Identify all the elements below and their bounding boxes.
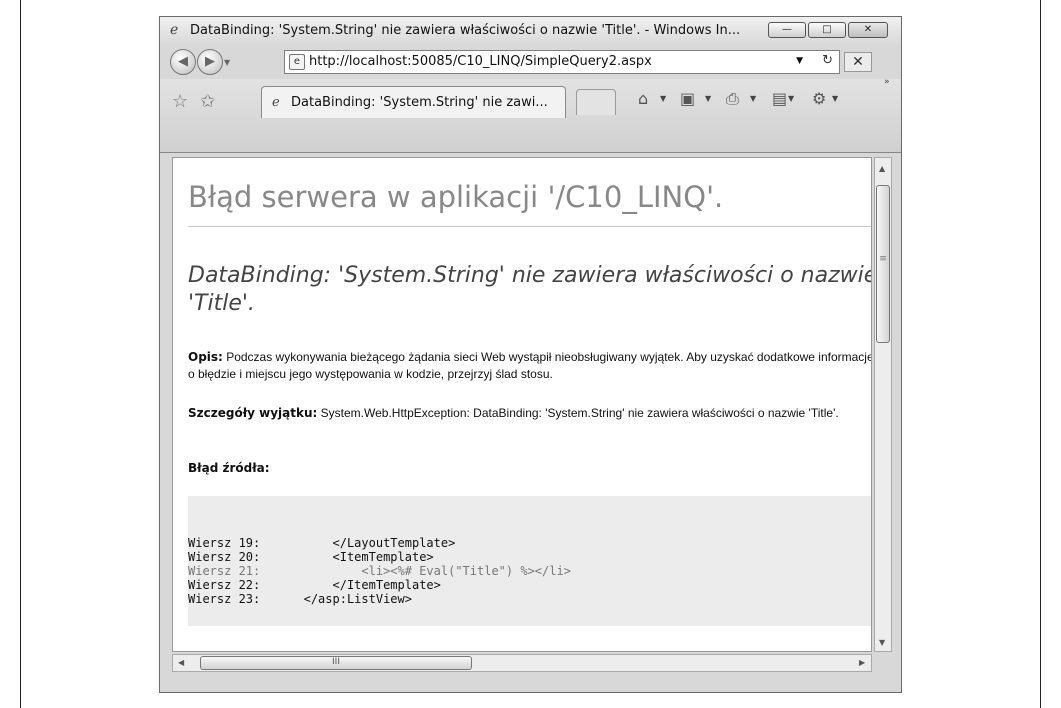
browser-window: ℯ DataBinding: 'System.String' nie zawie… [159, 16, 902, 693]
stop-button[interactable]: ✕ [844, 52, 872, 72]
source-error-heading: Błąd źródła: [188, 460, 871, 477]
address-row: ◀ ▶ ▼ e http://localhost:50085/C10_LINQ/… [160, 45, 901, 79]
window-title: DataBinding: 'System.String' nie zawiera… [190, 23, 741, 38]
scroll-left-arrow-icon[interactable]: ◀ [178, 658, 184, 667]
vertical-scrollbar[interactable]: ▲ ≡ ▼ [874, 157, 892, 652]
new-tab-button[interactable] [576, 89, 616, 115]
source-error-label: Błąd źródła: [188, 461, 270, 475]
page-icon[interactable]: ▤ [772, 89, 787, 108]
back-icon[interactable]: ◀ [170, 49, 196, 75]
tools-icon[interactable]: ⚙ [812, 89, 826, 108]
code-line: Wiersz 19: </LayoutTemplate> [188, 536, 456, 550]
forward-icon[interactable]: ▶ [197, 49, 223, 75]
page-title: Błąd serwera w aplikacji '/C10_LINQ'. [188, 180, 724, 214]
scroll-down-arrow-icon[interactable]: ▼ [879, 638, 885, 647]
code-line: Wiersz 22: </ItemTemplate> [188, 578, 441, 592]
address-bar[interactable]: e http://localhost:50085/C10_LINQ/Simple… [284, 50, 840, 74]
exception-details-text: System.Web.HttpException: DataBinding: '… [317, 406, 839, 420]
home-dropdown-icon[interactable]: ▼ [660, 94, 666, 103]
tab-label: DataBinding: 'System.String' nie zawi... [291, 95, 548, 110]
exception-details-paragraph: Szczegóły wyjątku: System.Web.HttpExcept… [188, 405, 871, 422]
ie-icon: ℯ [170, 22, 179, 38]
tab-toolbar: ☆ ✩ ℯ DataBinding: 'System.String' nie z… [160, 77, 901, 153]
history-dropdown-icon[interactable]: ▼ [224, 58, 230, 67]
page-favicon-icon: e [289, 54, 305, 70]
feeds-icon[interactable]: ▣ [680, 89, 695, 108]
print-icon[interactable]: ⎙ [726, 89, 739, 109]
vertical-scroll-thumb[interactable]: ≡ [876, 185, 890, 343]
title-bar: ℯ DataBinding: 'System.String' nie zawie… [160, 17, 901, 45]
source-code-block: Wiersz 19: </LayoutTemplate> Wiersz 20: … [188, 496, 871, 626]
feeds-dropdown-icon[interactable]: ▼ [705, 94, 711, 103]
refresh-icon[interactable]: ↻ [822, 53, 833, 68]
favorites-star-icon[interactable]: ☆ [172, 91, 188, 112]
exception-details-label: Szczegóły wyjątku: [188, 406, 318, 420]
horizontal-scrollbar[interactable]: ◀ III ▶ [172, 654, 872, 672]
page-content: Błąd serwera w aplikacji '/C10_LINQ'. Da… [172, 157, 872, 652]
scroll-up-arrow-icon[interactable]: ▲ [879, 164, 885, 173]
description-paragraph: Opis: Podczas wykonywania bieżącego żąda… [188, 349, 872, 383]
description-text: Podczas wykonywania bieżącego żądania si… [188, 350, 872, 381]
description-label: Opis: [188, 350, 223, 364]
code-line: Wiersz 23: </asp:ListView> [188, 592, 412, 606]
tools-dropdown-icon[interactable]: ▼ [832, 94, 838, 103]
code-line: Wiersz 20: <ItemTemplate> [188, 550, 434, 564]
address-dropdown-icon[interactable]: ▼ [796, 56, 803, 66]
maximize-button[interactable]: □ [808, 22, 846, 38]
error-title: DataBinding: 'System.String' nie zawiera… [188, 263, 872, 316]
page-dropdown-icon[interactable]: ▼ [788, 94, 794, 103]
address-input[interactable]: http://localhost:50085/C10_LINQ/SimpleQu… [309, 54, 652, 69]
add-favorites-icon[interactable]: ✩ [200, 91, 215, 112]
title-divider [188, 226, 871, 227]
home-icon[interactable]: ⌂ [638, 89, 648, 108]
horizontal-scroll-thumb[interactable]: III [200, 656, 472, 670]
scroll-right-arrow-icon[interactable]: ▶ [859, 658, 865, 667]
close-button[interactable]: ✕ [848, 22, 888, 38]
print-dropdown-icon[interactable]: ▼ [750, 94, 756, 103]
tab-active[interactable]: ℯ DataBinding: 'System.String' nie zawi.… [261, 86, 566, 118]
minimize-button[interactable]: — [768, 22, 806, 38]
code-line-highlighted: Wiersz 21: <li><%# Eval("Title") %></li> [188, 564, 571, 578]
chevron-more-icon[interactable]: » [884, 77, 890, 87]
ie-tab-icon: ℯ [272, 95, 280, 110]
